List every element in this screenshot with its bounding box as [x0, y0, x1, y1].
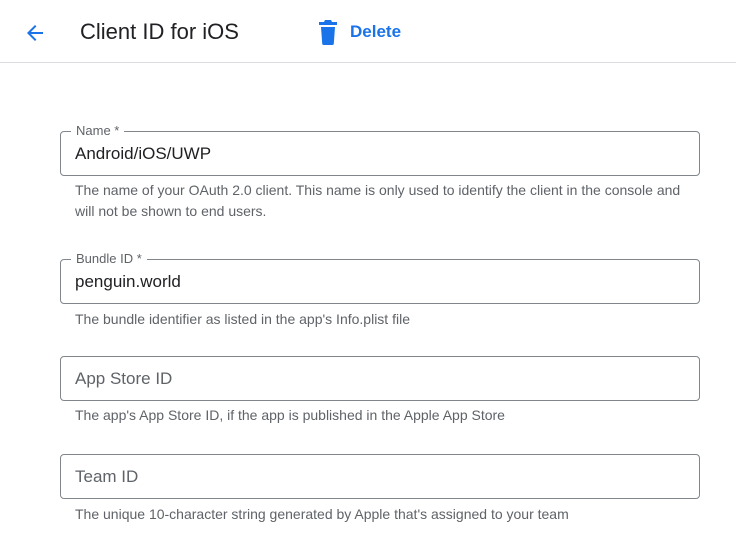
app-store-id-input[interactable]	[75, 357, 685, 400]
app-store-id-field	[60, 356, 700, 401]
bundle-id-input[interactable]	[75, 260, 685, 303]
top-bar: Client ID for iOS Delete	[0, 0, 736, 63]
name-input[interactable]	[75, 132, 685, 175]
team-id-field	[60, 454, 700, 499]
team-id-input[interactable]	[75, 455, 685, 498]
page-title: Client ID for iOS	[80, 19, 239, 44]
name-field: Name *	[60, 123, 700, 176]
name-hint: The name of your OAuth 2.0 client. This …	[75, 182, 681, 219]
delete-label: Delete	[350, 22, 402, 41]
arrow-back-icon	[27, 25, 43, 41]
trash-icon	[319, 20, 337, 45]
delete-button[interactable]: Delete	[316, 16, 401, 48]
back-button[interactable]	[18, 16, 52, 50]
bundle-id-field: Bundle ID *	[60, 251, 700, 304]
team-id-hint: The unique 10-character string generated…	[75, 506, 569, 522]
bundle-id-hint: The bundle identifier as listed in the a…	[75, 311, 410, 327]
app-store-id-hint: The app's App Store ID, if the app is pu…	[75, 407, 505, 423]
